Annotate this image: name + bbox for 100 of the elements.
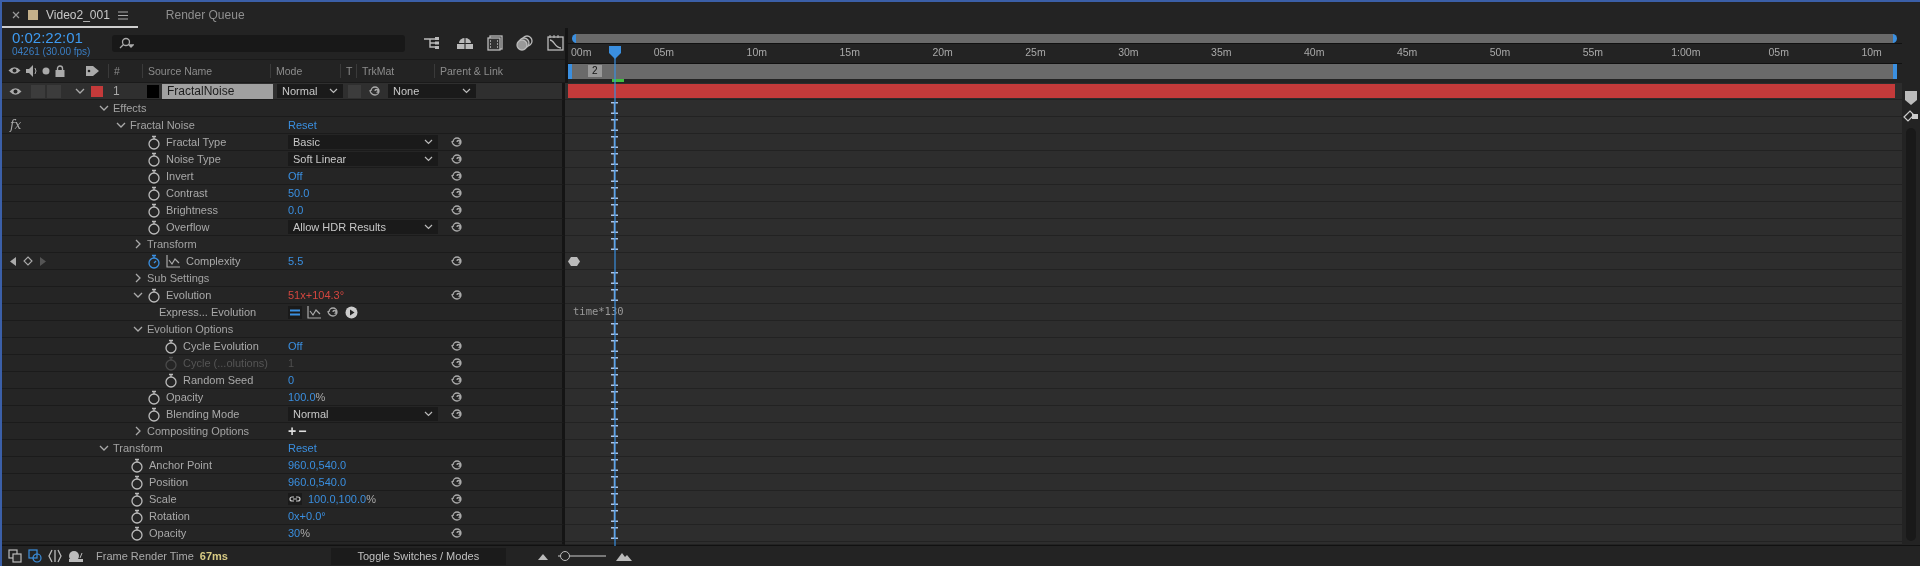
compositing-button[interactable]: − xyxy=(298,424,307,438)
large-mountain-icon[interactable] xyxy=(615,551,632,561)
switch-box[interactable] xyxy=(348,84,361,98)
spiral-icon[interactable] xyxy=(450,339,464,353)
chevron-icon[interactable] xyxy=(99,103,109,113)
stopwatch-icon[interactable] xyxy=(147,219,161,235)
stopwatch-icon[interactable] xyxy=(147,185,161,201)
spiral-icon[interactable] xyxy=(450,458,464,472)
spiral-icon[interactable] xyxy=(450,135,464,149)
keyframe-icon[interactable] xyxy=(23,256,33,266)
parent-dropdown[interactable]: None xyxy=(388,84,476,98)
layer-name[interactable]: FractalNoise xyxy=(162,83,273,99)
effect-badge[interactable]: fx xyxy=(10,118,22,132)
property-value[interactable]: 100.0,100.0% xyxy=(308,493,376,505)
search-field[interactable] xyxy=(111,34,405,52)
graph-icon[interactable] xyxy=(307,305,321,319)
equals-icon[interactable] xyxy=(288,305,302,319)
play-icon[interactable] xyxy=(345,305,358,319)
reset-link[interactable]: Reset xyxy=(288,119,317,131)
tab[interactable]: Video2_001 xyxy=(2,2,138,28)
property-dropdown[interactable]: Normal xyxy=(288,407,438,421)
spiral-icon[interactable] xyxy=(450,152,464,166)
time-ruler[interactable]: 00m 05m 10m 15m 20m 25m 30m 35m 40m 45m 50m 55m 1:00m 05m 10m xyxy=(568,43,1902,64)
toggle-switches-button[interactable]: Toggle Switches / Modes xyxy=(330,547,506,565)
stopwatch-icon[interactable] xyxy=(130,474,144,490)
stopwatch-icon[interactable] xyxy=(147,406,161,422)
property-value[interactable]: 0.0 xyxy=(288,204,304,216)
small-mountain-icon[interactable] xyxy=(537,552,548,560)
tab[interactable]: Render Queue xyxy=(155,2,255,28)
spiral-icon[interactable] xyxy=(450,407,464,421)
spiral-icon[interactable] xyxy=(450,492,464,506)
slider-thumb[interactable] xyxy=(560,551,570,561)
stopwatch-icon[interactable] xyxy=(147,134,161,150)
stopwatch-icon[interactable] xyxy=(147,253,161,269)
property-dropdown[interactable]: Allow HDR Results xyxy=(288,220,438,234)
stopwatch-icon[interactable] xyxy=(130,491,144,507)
film-strip-icon[interactable] xyxy=(487,35,503,52)
spiral-icon[interactable] xyxy=(450,203,464,217)
bracket-icon[interactable] xyxy=(48,549,62,563)
stopwatch-icon[interactable] xyxy=(147,151,161,167)
chevron-icon[interactable] xyxy=(99,443,109,453)
property-dropdown[interactable]: Basic xyxy=(288,135,438,149)
spiral-icon[interactable] xyxy=(450,475,464,489)
spiral-icon[interactable] xyxy=(450,509,464,523)
stacked-squares-icon[interactable] xyxy=(8,549,22,563)
overlap-icon[interactable] xyxy=(28,549,42,563)
graph-icon[interactable] xyxy=(166,254,180,268)
property-dropdown[interactable]: Soft Linear xyxy=(288,152,438,166)
timecode[interactable]: 0:02:22:01 xyxy=(12,29,112,46)
stopwatch-icon[interactable] xyxy=(164,338,178,354)
property-value[interactable]: 5.5 xyxy=(288,255,304,267)
speaker-icon[interactable] xyxy=(26,64,37,77)
lock-icon[interactable] xyxy=(55,64,65,77)
eye-icon[interactable] xyxy=(8,66,21,76)
stopwatch-icon[interactable] xyxy=(130,525,144,541)
stopwatch-icon[interactable] xyxy=(147,168,161,184)
property-value[interactable]: Off xyxy=(288,340,303,352)
reset-link[interactable]: Reset xyxy=(288,442,317,454)
compositing-button[interactable]: + xyxy=(288,424,297,438)
spiral-icon[interactable] xyxy=(368,84,382,98)
chevron-icon[interactable] xyxy=(133,290,143,300)
switch-box[interactable] xyxy=(47,84,61,98)
switch-box[interactable] xyxy=(31,84,45,98)
tag-icon[interactable] xyxy=(86,64,100,77)
column-header[interactable]: TrkMat xyxy=(356,63,434,78)
chevron-icon[interactable] xyxy=(133,324,143,334)
close-icon[interactable] xyxy=(12,11,20,19)
chevron-icon[interactable] xyxy=(116,120,126,130)
property-value[interactable]: Off xyxy=(288,170,303,182)
stopwatch-icon[interactable] xyxy=(130,508,144,524)
overlapping-circles-icon[interactable] xyxy=(516,35,534,52)
column-header[interactable]: # xyxy=(108,63,142,78)
property-value[interactable]: 0 xyxy=(288,374,295,386)
keyframe-icon[interactable] xyxy=(568,257,580,266)
column-header[interactable]: Parent & Link xyxy=(434,63,550,78)
stopwatch-icon[interactable] xyxy=(147,287,161,303)
column-header[interactable]: Mode xyxy=(270,63,340,78)
previous-keyframe-icon[interactable] xyxy=(10,256,17,266)
spiral-icon[interactable] xyxy=(326,305,340,319)
property-value[interactable]: 50.0 xyxy=(288,187,310,199)
chevron-icon[interactable] xyxy=(133,426,143,436)
property-value[interactable]: 960.0,540.0 xyxy=(288,459,347,471)
property-value[interactable]: 0x+0.0° xyxy=(288,510,326,522)
spiral-icon[interactable] xyxy=(450,526,464,540)
label-color-swatch[interactable] xyxy=(91,85,103,97)
stopwatch-icon[interactable] xyxy=(147,202,161,218)
graph-editor-icon[interactable] xyxy=(547,35,565,52)
eye-icon[interactable] xyxy=(9,86,22,96)
stopwatch-icon[interactable] xyxy=(147,389,161,405)
layer-row[interactable]: 1 FractalNoise Normal None xyxy=(2,83,565,100)
chevron-icon[interactable] xyxy=(133,273,143,283)
chevron-icon[interactable] xyxy=(75,86,85,96)
property-value[interactable]: 30% xyxy=(288,527,311,539)
spiral-icon[interactable] xyxy=(450,390,464,404)
comp-marker[interactable]: 2 xyxy=(588,65,602,77)
menu-icon[interactable] xyxy=(117,10,128,20)
spiral-icon[interactable] xyxy=(450,288,464,302)
spiral-icon[interactable] xyxy=(450,373,464,387)
work-area-bar[interactable]: 2 xyxy=(568,64,1897,79)
mode-dropdown[interactable]: Normal xyxy=(277,84,343,98)
